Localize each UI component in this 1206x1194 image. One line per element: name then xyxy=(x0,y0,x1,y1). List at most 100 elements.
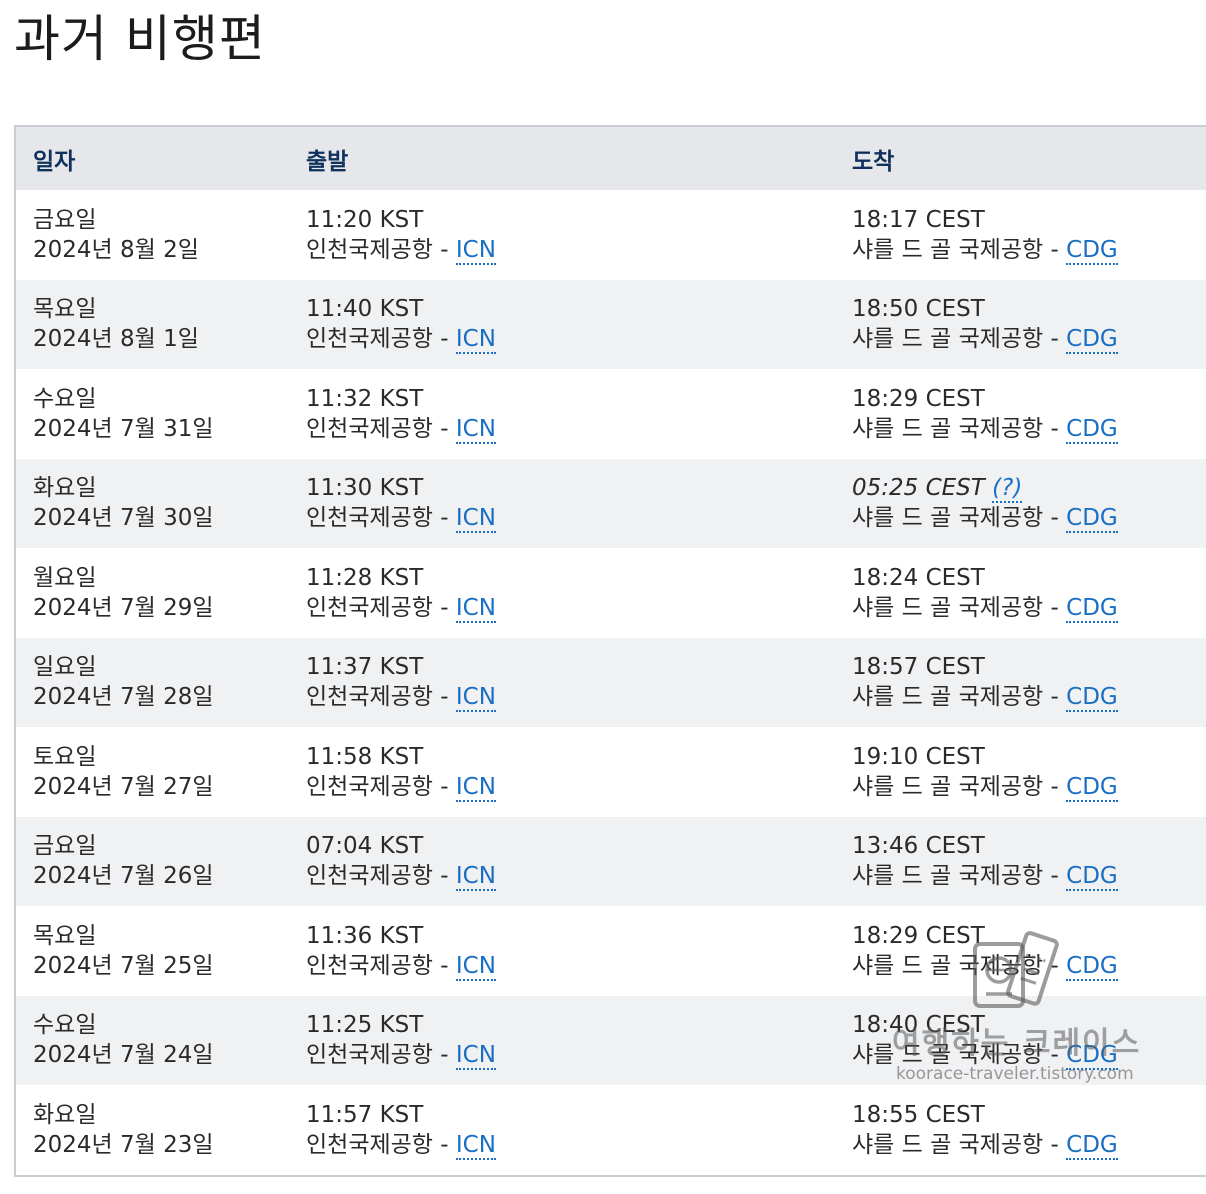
departure-cell: 11:28 KST 인천국제공항 - ICN xyxy=(289,563,835,623)
arrival-airport: 샤를 드 골 국제공항 - xyxy=(852,773,1067,800)
estimated-help-link[interactable]: (?) xyxy=(992,475,1023,504)
departure-time: 07:04 KST xyxy=(306,833,424,860)
departure-airport-code-link[interactable]: ICN xyxy=(455,1042,496,1071)
arrival-airport-code-link[interactable]: CDG xyxy=(1066,1042,1118,1071)
departure-time: 11:28 KST xyxy=(306,564,424,591)
departure-airport: 인천국제공항 - xyxy=(306,505,456,532)
weekday: 금요일 xyxy=(33,206,97,233)
departure-airport-code-link[interactable]: ICN xyxy=(455,952,496,981)
departure-airport: 인천국제공항 - xyxy=(306,952,456,979)
arrival-airport: 샤를 드 골 국제공항 - xyxy=(852,594,1067,621)
weekday: 일요일 xyxy=(33,654,97,681)
arrival-airport-code-link[interactable]: CDG xyxy=(1066,863,1118,892)
arrival-airport-code-link[interactable]: CDG xyxy=(1066,505,1118,534)
departure-airport-code-link[interactable]: ICN xyxy=(455,594,496,623)
departure-airport-code-link[interactable]: ICN xyxy=(455,773,496,802)
table-row: 화요일 2024년 7월 30일 11:30 KST 인천국제공항 - ICN … xyxy=(16,458,1206,548)
arrival-airport-code-link[interactable]: CDG xyxy=(1066,326,1118,355)
departure-time: 11:20 KST xyxy=(306,206,424,233)
arrival-airport-code-link[interactable]: CDG xyxy=(1066,684,1118,713)
arrival-airport-code-link[interactable]: CDG xyxy=(1066,415,1118,444)
arrival-time: 18:29 CEST xyxy=(852,922,985,949)
arrival-airport-code-link[interactable]: CDG xyxy=(1066,773,1118,802)
table-row: 금요일 2024년 8월 2일 11:20 KST 인천국제공항 - ICN 1… xyxy=(16,190,1206,280)
date-cell: 수요일 2024년 7월 31일 xyxy=(16,384,289,444)
weekday: 금요일 xyxy=(33,833,97,860)
arrival-airport-code-link[interactable]: CDG xyxy=(1066,1131,1118,1160)
departure-cell: 11:37 KST 인천국제공항 - ICN xyxy=(289,652,835,713)
arrival-time: 13:46 CEST xyxy=(852,833,985,860)
departure-time: 11:40 KST xyxy=(306,296,424,323)
arrival-airport-code-link[interactable]: CDG xyxy=(1066,594,1118,623)
arrival-cell: 18:29 CEST 샤를 드 골 국제공항 - CDG xyxy=(835,921,1206,981)
arrival-cell: 19:10 CEST 샤를 드 골 국제공항 - CDG xyxy=(835,742,1206,802)
column-header-date: 일자 xyxy=(33,148,76,175)
date-cell: 목요일 2024년 8월 1일 xyxy=(16,294,289,354)
departure-airport: 인천국제공항 - xyxy=(306,684,456,711)
weekday: 월요일 xyxy=(33,564,97,591)
flight-date: 2024년 7월 28일 xyxy=(33,684,214,711)
arrival-time: 18:57 CEST xyxy=(852,654,985,681)
flight-date: 2024년 8월 1일 xyxy=(33,326,199,353)
arrival-airport: 샤를 드 골 국제공항 - xyxy=(852,952,1067,979)
departure-cell: 07:04 KST 인천국제공항 - ICN xyxy=(289,831,835,892)
arrival-time: 18:29 CEST xyxy=(852,385,985,412)
departure-airport-code-link[interactable]: ICN xyxy=(455,236,496,265)
table-row: 수요일 2024년 7월 31일 11:32 KST 인천국제공항 - ICN … xyxy=(16,369,1206,459)
date-cell: 일요일 2024년 7월 28일 xyxy=(16,652,289,712)
arrival-airport: 샤를 드 골 국제공항 - xyxy=(852,415,1067,442)
departure-time: 11:58 KST xyxy=(306,743,424,770)
table-row: 목요일 2024년 8월 1일 11:40 KST 인천국제공항 - ICN 1… xyxy=(16,279,1206,369)
past-flights-page: 과거 비행편 일자 출발 도착 금요일 2024년 8월 2일 11:20 KS… xyxy=(0,0,1206,1194)
flight-date: 2024년 7월 27일 xyxy=(33,773,214,800)
arrival-time: 18:55 CEST xyxy=(852,1101,985,1128)
flight-date: 2024년 7월 30일 xyxy=(33,505,214,532)
departure-time: 11:37 KST xyxy=(306,654,424,681)
departure-cell: 11:58 KST 인천국제공항 - ICN xyxy=(289,742,835,802)
arrival-airport: 샤를 드 골 국제공항 - xyxy=(852,684,1067,711)
flight-date: 2024년 7월 23일 xyxy=(33,1131,214,1158)
arrival-airport: 샤를 드 골 국제공항 - xyxy=(852,236,1067,263)
weekday: 목요일 xyxy=(33,922,97,949)
arrival-airport: 샤를 드 골 국제공항 - xyxy=(852,505,1067,532)
table-row: 토요일 2024년 7월 27일 11:58 KST 인천국제공항 - ICN … xyxy=(16,727,1206,817)
weekday: 토요일 xyxy=(33,743,97,770)
arrival-airport: 샤를 드 골 국제공항 - xyxy=(852,1042,1067,1069)
departure-cell: 11:30 KST 인천국제공항 - ICN xyxy=(289,473,835,534)
column-header-arrival: 도착 xyxy=(852,148,895,175)
flight-date: 2024년 7월 24일 xyxy=(33,1042,214,1069)
flight-date: 2024년 7월 26일 xyxy=(33,863,214,890)
date-cell: 화요일 2024년 7월 23일 xyxy=(16,1100,289,1160)
departure-airport-code-link[interactable]: ICN xyxy=(455,863,496,892)
departure-airport-code-link[interactable]: ICN xyxy=(455,326,496,355)
departure-airport-code-link[interactable]: ICN xyxy=(455,1131,496,1160)
departure-airport-code-link[interactable]: ICN xyxy=(455,415,496,444)
arrival-time: 18:50 CEST xyxy=(852,296,985,323)
departure-time: 11:25 KST xyxy=(306,1012,424,1039)
date-cell: 금요일 2024년 7월 26일 xyxy=(16,831,289,891)
weekday: 수요일 xyxy=(33,1012,97,1039)
table-body: 금요일 2024년 8월 2일 11:20 KST 인천국제공항 - ICN 1… xyxy=(16,190,1206,1175)
date-cell: 토요일 2024년 7월 27일 xyxy=(16,742,289,802)
departure-airport-code-link[interactable]: ICN xyxy=(455,505,496,534)
departure-time: 11:57 KST xyxy=(306,1101,424,1128)
date-cell: 수요일 2024년 7월 24일 xyxy=(16,1010,289,1070)
departure-time: 11:36 KST xyxy=(306,922,424,949)
table-row: 목요일 2024년 7월 25일 11:36 KST 인천국제공항 - ICN … xyxy=(16,906,1206,996)
arrival-airport: 샤를 드 골 국제공항 - xyxy=(852,863,1067,890)
departure-airport: 인천국제공항 - xyxy=(306,415,456,442)
arrival-cell: 18:57 CEST 샤를 드 골 국제공항 - CDG xyxy=(835,652,1206,713)
weekday: 목요일 xyxy=(33,296,97,323)
departure-time: 11:32 KST xyxy=(306,385,424,412)
departure-airport: 인천국제공항 - xyxy=(306,1042,456,1069)
flight-date: 2024년 7월 29일 xyxy=(33,594,214,621)
arrival-airport-code-link[interactable]: CDG xyxy=(1066,952,1118,981)
flight-date: 2024년 7월 31일 xyxy=(33,415,214,442)
departure-cell: 11:20 KST 인천국제공항 - ICN xyxy=(289,205,835,265)
arrival-airport-code-link[interactable]: CDG xyxy=(1066,236,1118,265)
arrival-time: 18:17 CEST xyxy=(852,206,985,233)
arrival-cell: 18:40 CEST 샤를 드 골 국제공항 - CDG xyxy=(835,1010,1206,1071)
date-cell: 목요일 2024년 7월 25일 xyxy=(16,921,289,981)
departure-airport: 인천국제공항 - xyxy=(306,326,456,353)
departure-airport-code-link[interactable]: ICN xyxy=(455,684,496,713)
